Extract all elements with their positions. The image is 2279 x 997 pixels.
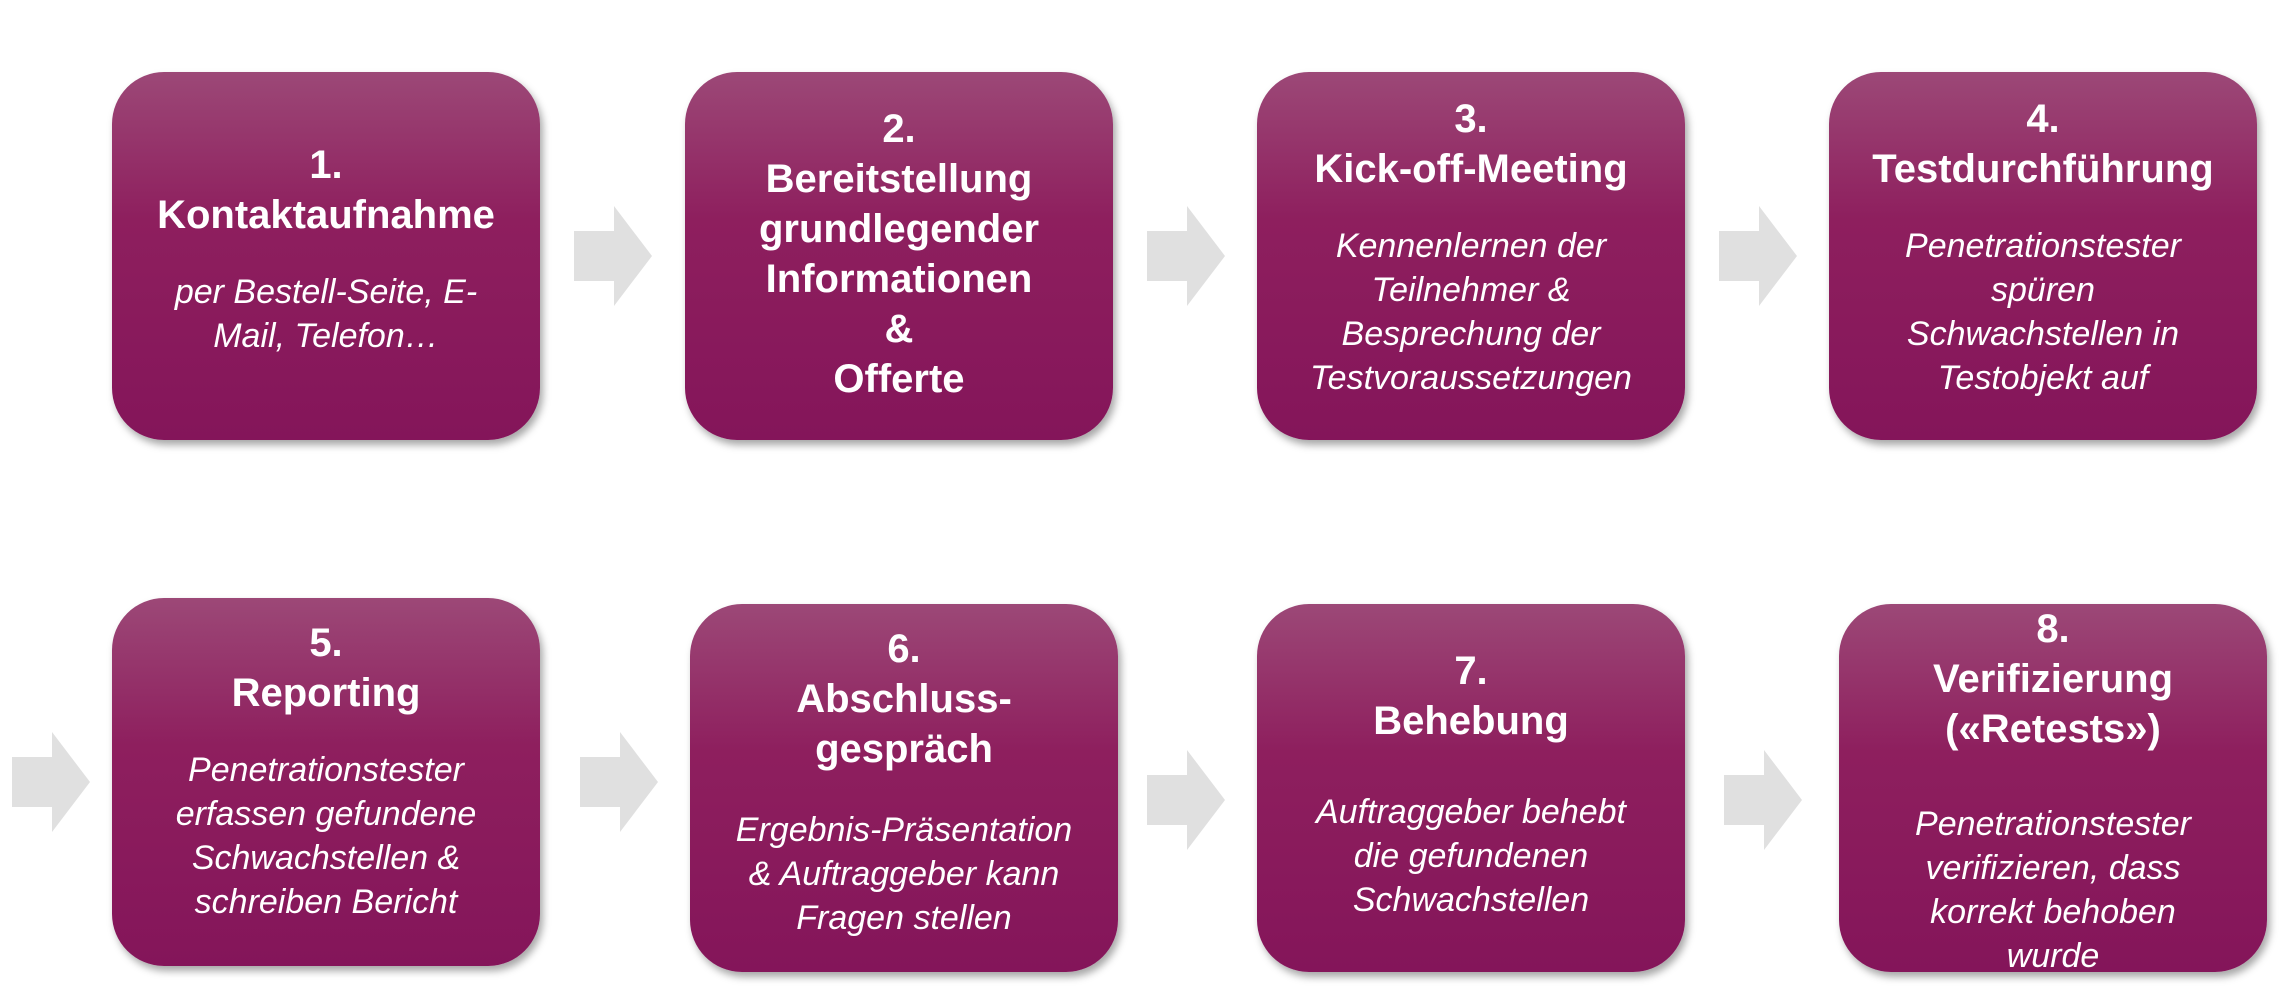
step-3-box: 3. Kick-off-Meeting Kennenlernen der Tei… [1257,72,1685,440]
step-4-description: Penetrationstester spüren Schwachstellen… [1905,227,2181,397]
step-5-box: 5. Reporting Penetrationstester erfassen… [112,598,540,966]
step-8-title: 8. Verifizierung («Retests») [1932,607,2174,751]
step-7-title: 7. Behebung [1373,649,1569,743]
step-1-description: per Bestell-Seite, E- Mail, Telefon… [174,273,478,355]
step-6-box: 6. Abschluss- gespräch Ergebnis-Präsenta… [690,604,1118,972]
step-1-box: 1. Kontaktaufnahme per Bestell-Seite, E-… [112,72,540,440]
arrow-right-icon [1724,750,1802,850]
step-5-description: Penetrationstester erfassen gefundene Sc… [175,751,477,921]
step-4-box: 4. Testdurchführung Penetrationstester s… [1829,72,2257,440]
step-7-box: 7. Behebung Auftraggeber behebt die gefu… [1257,604,1685,972]
step-2-title: 2. Bereitstellung grundlegender Informat… [758,107,1040,401]
process-diagram: 1. Kontaktaufnahme per Bestell-Seite, E-… [0,0,2279,997]
arrow-right-icon [1147,750,1225,850]
step-2-box: 2. Bereitstellung grundlegender Informat… [685,72,1113,440]
step-3-description: Kennenlernen der Teilnehmer & Besprechun… [1310,227,1632,397]
step-8-description: Penetrationstester verifizieren, dass ko… [1915,805,2191,975]
arrow-right-icon [1719,206,1797,306]
step-6-description: Ergebnis-Präsentation & Auftraggeber kan… [735,811,1073,937]
step-7-description: Auftraggeber behebt die gefundenen Schwa… [1315,793,1627,919]
step-4-title: 4. Testdurchführung [1872,97,2214,191]
step-3-title: 3. Kick-off-Meeting [1314,97,1628,191]
step-8-box: 8. Verifizierung («Retests») Penetration… [1839,604,2267,975]
step-5-title: 5. Reporting [231,621,421,715]
arrow-right-icon [580,732,658,832]
arrow-right-icon [1147,206,1225,306]
step-1-title: 1. Kontaktaufnahme [157,143,495,237]
arrow-right-icon [12,732,90,832]
step-6-title: 6. Abschluss- gespräch [796,627,1012,771]
arrow-right-icon [574,206,652,306]
